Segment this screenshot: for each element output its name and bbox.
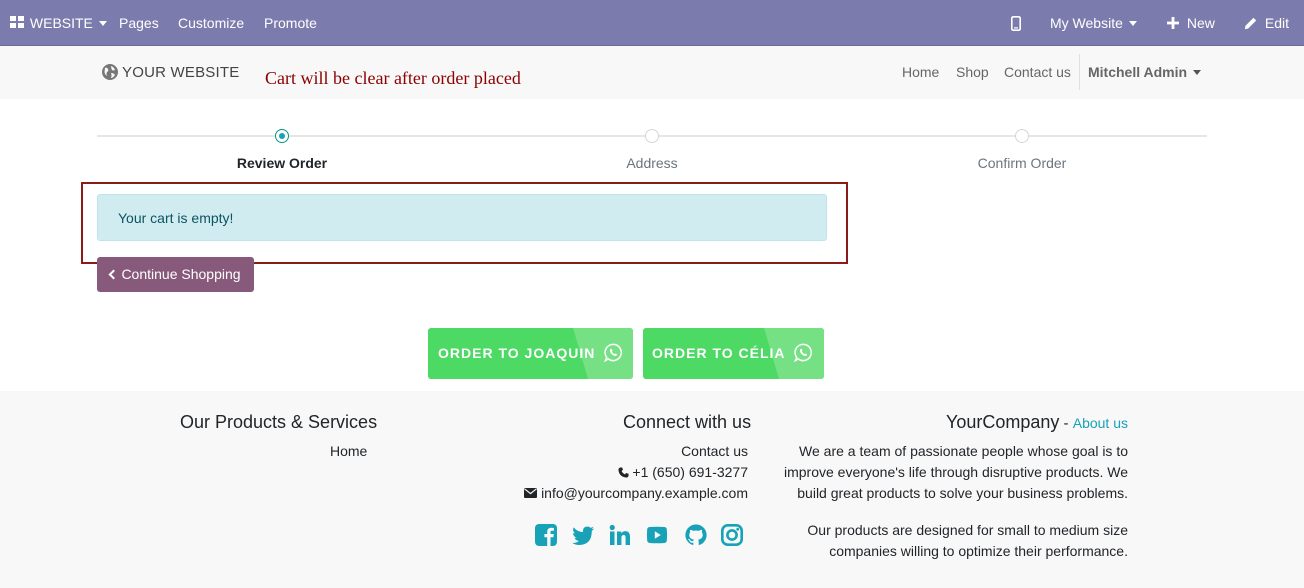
- footer-email: info@yourcompany.example.com: [524, 485, 748, 501]
- customize-menu[interactable]: Customize: [178, 0, 244, 46]
- about-paragraph-2: Our products are designed for small to m…: [728, 520, 1128, 562]
- envelope-icon: [524, 488, 538, 499]
- step-dot-address: [645, 129, 659, 143]
- my-website-menu[interactable]: My Website: [1050, 0, 1137, 46]
- admin-toolbar: WEBSITE Pages Customize Promote My Websi…: [0, 0, 1304, 46]
- logo-text: YOUR WEBSITE: [122, 63, 240, 81]
- site-logo[interactable]: YOUR WEBSITE: [101, 62, 239, 82]
- site-footer: Our Products & Services Home Connect wit…: [0, 391, 1304, 588]
- chevron-down-icon: [1193, 69, 1202, 75]
- nav-shop-link[interactable]: Shop: [956, 64, 989, 80]
- whatsapp-icon: [604, 343, 623, 362]
- edit-label: Edit: [1264, 15, 1290, 31]
- email-address: info@yourcompany.example.com: [541, 485, 748, 501]
- about-us-link[interactable]: About us: [1073, 415, 1128, 431]
- about-line: build great products to solve your busin…: [797, 485, 1128, 501]
- chevron-down-icon: [1128, 20, 1137, 26]
- about-paragraph-1: We are a team of passionate people whose…: [728, 441, 1128, 504]
- order-to-celia-button[interactable]: ORDER TO CÉLIA: [643, 328, 824, 379]
- mobile-preview-button[interactable]: [1011, 0, 1021, 46]
- edit-button[interactable]: Edit: [1244, 0, 1289, 46]
- order-to-joaquin-button[interactable]: ORDER TO JOAQUIN: [428, 328, 633, 379]
- new-button[interactable]: New: [1167, 0, 1215, 46]
- annotation-note: Cart will be clear after order placed: [265, 68, 521, 88]
- order-to-celia-label: ORDER TO CÉLIA: [652, 345, 786, 361]
- step-label-confirm-order: Confirm Order: [977, 155, 1067, 171]
- order-to-joaquin-label: ORDER TO JOAQUIN: [438, 345, 596, 361]
- youtube-icon[interactable]: [645, 523, 669, 547]
- new-label: New: [1186, 15, 1215, 31]
- user-name: Mitchell Admin: [1088, 64, 1188, 80]
- continue-shopping-label: Continue Shopping: [121, 266, 241, 282]
- step-label-review-order: Review Order: [236, 155, 328, 171]
- mobile-phone-icon: [1011, 15, 1021, 31]
- my-website-label: My Website: [1050, 15, 1123, 31]
- footer-products-heading: Our Products & Services: [180, 412, 378, 432]
- facebook-icon[interactable]: [534, 523, 558, 547]
- globe-icon: [102, 64, 118, 80]
- nav-divider: [1079, 54, 1080, 90]
- about-line: We are a team of passionate people whose…: [799, 443, 1128, 459]
- github-icon[interactable]: [684, 523, 708, 547]
- pages-menu[interactable]: Pages: [119, 0, 159, 46]
- company-name: YourCompany: [945, 412, 1060, 432]
- about-line: companies willing to optimize their perf…: [829, 543, 1128, 559]
- footer-home-link[interactable]: Home: [330, 443, 367, 459]
- about-line: improve everyone's life through disrupti…: [783, 464, 1128, 480]
- apps-grid-icon: [10, 16, 24, 29]
- step-label-address: Address: [626, 155, 678, 171]
- website-menu[interactable]: WEBSITE: [10, 0, 107, 46]
- phone-icon: [618, 467, 629, 478]
- footer-connect-heading: Connect with us: [623, 412, 752, 432]
- heading-separator: -: [1059, 415, 1073, 432]
- chevron-down-icon: [98, 20, 107, 26]
- promote-menu[interactable]: Promote: [264, 0, 317, 46]
- twitter-icon[interactable]: [571, 523, 595, 547]
- step-dot-confirm-order: [1015, 129, 1029, 143]
- user-menu[interactable]: Mitchell Admin: [1088, 64, 1202, 80]
- chevron-left-icon: [108, 269, 119, 280]
- nav-contact-link[interactable]: Contact us: [1004, 64, 1071, 80]
- nav-home-link[interactable]: Home: [902, 64, 939, 80]
- plus-icon: [1167, 17, 1179, 30]
- website-menu-label: WEBSITE: [29, 15, 93, 31]
- step-dot-review-order: [275, 129, 289, 143]
- about-line: Our products are designed for small to m…: [807, 522, 1128, 538]
- linkedin-icon[interactable]: [608, 523, 632, 547]
- site-header: YOUR WEBSITE Cart will be clear after or…: [0, 46, 1304, 99]
- continue-shopping-button[interactable]: Continue Shopping: [97, 257, 254, 292]
- empty-cart-alert: Your cart is empty!: [97, 194, 827, 241]
- footer-about-heading: YourCompany - About us: [946, 412, 1128, 433]
- pencil-icon: [1244, 17, 1257, 29]
- whatsapp-icon: [794, 343, 813, 362]
